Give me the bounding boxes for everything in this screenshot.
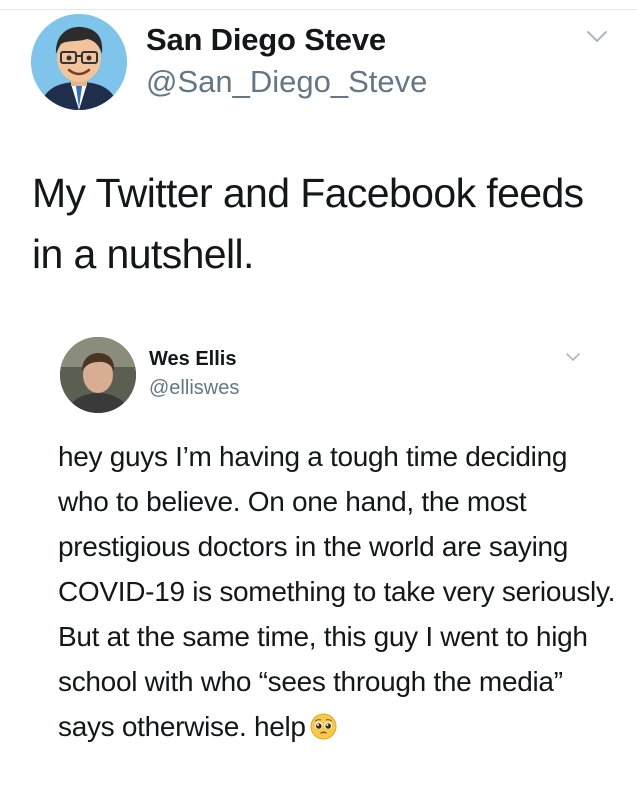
quoted-chevron-down-icon[interactable] <box>565 352 581 362</box>
profile-photo-icon <box>60 337 136 413</box>
author-handle[interactable]: @San_Diego_Steve <box>146 64 427 100</box>
cartoon-avatar-icon <box>31 14 127 110</box>
pleading-face-emoji-icon <box>310 713 337 740</box>
quoted-avatar[interactable] <box>60 337 136 413</box>
quoted-author-handle[interactable]: @elliswes <box>149 377 239 400</box>
tweet-text: My Twitter and Facebook feeds in a nutsh… <box>32 170 584 277</box>
top-divider <box>0 9 637 10</box>
avatar[interactable] <box>31 14 127 110</box>
quoted-tweet-body: hey guys I’m having a tough time decidin… <box>58 441 616 742</box>
quoted-tweet-text: hey guys I’m having a tough time decidin… <box>58 434 618 749</box>
chevron-down-icon[interactable] <box>586 30 608 44</box>
author-display-name[interactable]: San Diego Steve <box>146 22 386 58</box>
quoted-author-display-name[interactable]: Wes Ellis <box>149 348 236 371</box>
